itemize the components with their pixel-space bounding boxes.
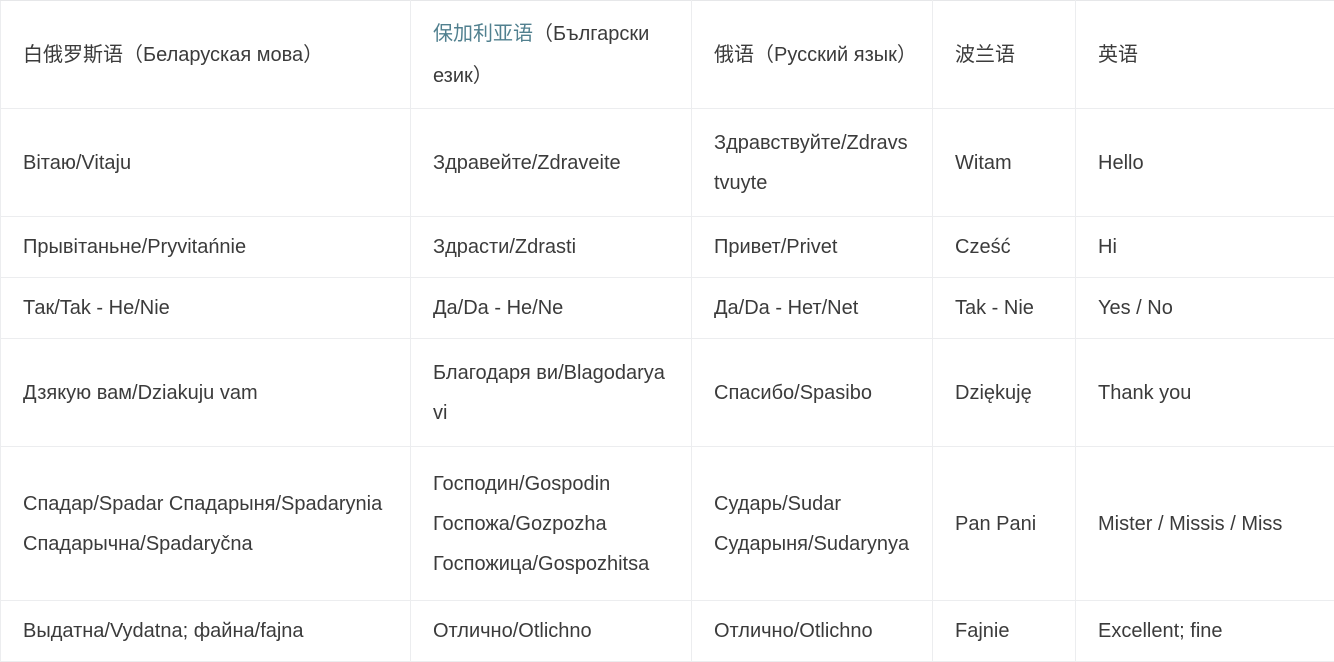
cell-text: Так/Tak - Не/Nie <box>23 288 388 328</box>
cell-text: Hi <box>1098 227 1312 267</box>
table-row: Дзякую вам/Dziakuju vam Благодаря ви/Bla… <box>1 339 1334 447</box>
cell-english: Mister / Missis / Miss <box>1076 447 1334 601</box>
cell-text: Дзякую вам/Dziakuju vam <box>23 373 388 413</box>
cell-text: Отлично/Otlichno <box>433 611 669 651</box>
cell-text: Сударь/Sudar Сударыня/Sudarynya <box>714 484 910 564</box>
cell-text: Привет/Privet <box>714 227 910 267</box>
cell-text: Да/Da - Не/Ne <box>433 288 669 328</box>
cell-russian: Да/Da - Нет/Net <box>692 278 933 339</box>
cell-text: Прывітаньне/Pryvitańnie <box>23 227 388 267</box>
cell-text: Отлично/Otlichno <box>714 611 910 651</box>
cell-russian: Привет/Privet <box>692 217 933 278</box>
language-phrases-table: 白俄罗斯语（Беларуская мова） 保加利亚语（Български е… <box>0 0 1334 662</box>
cell-text: Господин/Gospodin Госпожа/Gozpozha Госпо… <box>433 464 669 584</box>
cell-bulgarian: Да/Da - Не/Ne <box>411 278 692 339</box>
column-header-polish: 波兰语 <box>933 1 1076 109</box>
cell-text: Здравствуйте/Zdravstvuyte <box>714 123 910 203</box>
cell-bulgarian: Здрасти/Zdrasti <box>411 217 692 278</box>
cell-english: Thank you <box>1076 339 1334 447</box>
cell-text: Dziękuję <box>955 373 1053 413</box>
cell-belarusian: Спадар/Spadar Спадарыня/Spadarynia Спада… <box>1 447 411 601</box>
cell-text: Здравейте/Zdraveite <box>433 143 669 183</box>
cell-belarusian: Вітаю/Vitaju <box>1 109 411 217</box>
cell-polish: Tak - Nie <box>933 278 1076 339</box>
column-header-bulgarian: 保加利亚语（Български език） <box>411 1 692 109</box>
cell-text: Выдатна/Vydatna; файна/fajna <box>23 611 388 651</box>
cell-text: Tak - Nie <box>955 288 1053 328</box>
cell-english: Hi <box>1076 217 1334 278</box>
cell-russian: Сударь/Sudar Сударыня/Sudarynya <box>692 447 933 601</box>
table-row: Вітаю/Vitaju Здравейте/Zdraveite Здравст… <box>1 109 1334 217</box>
table-row: Спадар/Spadar Спадарыня/Spadarynia Спада… <box>1 447 1334 601</box>
column-header-english: 英语 <box>1076 1 1334 109</box>
cell-text: Hello <box>1098 143 1312 183</box>
cell-text: Спасибо/Spasibo <box>714 373 910 413</box>
cell-polish: Cześć <box>933 217 1076 278</box>
column-header-polish-label: 波兰语 <box>955 34 1053 76</box>
cell-text: Mister / Missis / Miss <box>1098 504 1312 544</box>
cell-text: Yes / No <box>1098 288 1312 328</box>
cell-text: Вітаю/Vitaju <box>23 143 388 183</box>
column-header-russian: 俄语（Русский язык） <box>692 1 933 109</box>
column-header-russian-label: 俄语（Русский язык） <box>714 34 910 76</box>
cell-belarusian: Прывітаньне/Pryvitańnie <box>1 217 411 278</box>
table-row: Так/Tak - Не/Nie Да/Da - Не/Ne Да/Da - Н… <box>1 278 1334 339</box>
cell-text: Excellent; fine <box>1098 611 1312 651</box>
cell-text: Здрасти/Zdrasti <box>433 227 669 267</box>
cell-english: Yes / No <box>1076 278 1334 339</box>
cell-belarusian: Выдатна/Vydatna; файна/fajna <box>1 601 411 662</box>
cell-bulgarian: Господин/Gospodin Госпожа/Gozpozha Госпо… <box>411 447 692 601</box>
cell-text: Да/Da - Нет/Net <box>714 288 910 328</box>
cell-text: Thank you <box>1098 373 1312 413</box>
cell-bulgarian: Отлично/Otlichno <box>411 601 692 662</box>
cell-text: Благодаря ви/Blagodarya vi <box>433 353 669 433</box>
cell-text: Witam <box>955 143 1053 183</box>
cell-polish: Witam <box>933 109 1076 217</box>
table-header: 白俄罗斯语（Беларуская мова） 保加利亚语（Български е… <box>1 1 1334 109</box>
cell-russian: Отлично/Otlichno <box>692 601 933 662</box>
table-body: Вітаю/Vitaju Здравейте/Zdraveite Здравст… <box>1 109 1334 662</box>
cell-belarusian: Так/Tak - Не/Nie <box>1 278 411 339</box>
cell-belarusian: Дзякую вам/Dziakuju vam <box>1 339 411 447</box>
column-header-belarusian: 白俄罗斯语（Беларуская мова） <box>1 1 411 109</box>
cell-text: Cześć <box>955 227 1053 267</box>
column-header-bulgarian-link[interactable]: 保加利亚语 <box>433 23 533 45</box>
cell-russian: Спасибо/Spasibo <box>692 339 933 447</box>
table-row: Прывітаньне/Pryvitańnie Здрасти/Zdrasti … <box>1 217 1334 278</box>
cell-russian: Здравствуйте/Zdravstvuyte <box>692 109 933 217</box>
cell-text: Pan Pani <box>955 504 1053 544</box>
cell-text: Fajnie <box>955 611 1053 651</box>
cell-bulgarian: Здравейте/Zdraveite <box>411 109 692 217</box>
table-row: Выдатна/Vydatna; файна/fajna Отлично/Otl… <box>1 601 1334 662</box>
cell-polish: Fajnie <box>933 601 1076 662</box>
cell-english: Hello <box>1076 109 1334 217</box>
cell-text: Спадар/Spadar Спадарыня/Spadarynia Спада… <box>23 484 388 564</box>
cell-bulgarian: Благодаря ви/Blagodarya vi <box>411 339 692 447</box>
cell-polish: Pan Pani <box>933 447 1076 601</box>
cell-polish: Dziękuję <box>933 339 1076 447</box>
cell-english: Excellent; fine <box>1076 601 1334 662</box>
column-header-english-label: 英语 <box>1098 34 1312 76</box>
column-header-belarusian-label: 白俄罗斯语（Беларуская мова） <box>23 34 388 76</box>
table-header-row: 白俄罗斯语（Беларуская мова） 保加利亚语（Български е… <box>1 1 1334 109</box>
